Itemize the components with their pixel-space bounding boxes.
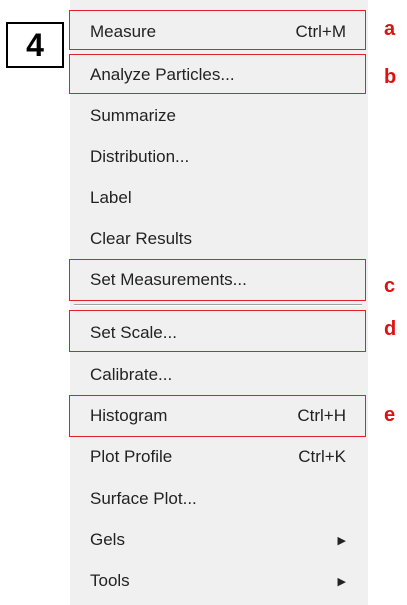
menu-item-summarize[interactable]: Summarize	[70, 98, 368, 134]
menu-item-clear-results[interactable]: Clear Results	[70, 221, 368, 257]
menu-item-label: Plot Profile	[90, 447, 173, 466]
menu-item-label: Set Scale...	[90, 323, 177, 342]
menu-item-label[interactable]: Label	[70, 180, 368, 216]
menu-item-set-scale[interactable]: Set Scale...	[70, 315, 368, 351]
menu-item-label: Histogram	[90, 406, 168, 425]
menu-item-tools[interactable]: Tools ▶	[70, 563, 368, 599]
annotation-c: c	[384, 275, 396, 297]
annotation-d: d	[384, 318, 397, 340]
submenu-arrow-icon: ▶	[337, 575, 346, 588]
menu-item-measure[interactable]: Measure Ctrl+M	[70, 14, 368, 50]
menu-item-histogram[interactable]: Histogram Ctrl+H	[70, 398, 368, 434]
menu-item-distribution[interactable]: Distribution...	[70, 139, 368, 175]
menu-item-label: Gels	[90, 530, 125, 549]
menu-item-label: Analyze Particles...	[90, 65, 235, 84]
menu-item-label: Clear Results	[90, 229, 193, 248]
menu-item-gels[interactable]: Gels ▶	[70, 522, 368, 558]
menu-item-set-measurements[interactable]: Set Measurements...	[70, 262, 368, 298]
annotation-a: a	[384, 18, 396, 40]
step-number-box: 4	[6, 22, 64, 68]
menu-separator	[74, 304, 362, 306]
step-number: 4	[26, 26, 44, 63]
analyze-menu: Measure Ctrl+M Analyze Particles... Summ…	[70, 0, 368, 605]
menu-item-label: Surface Plot...	[90, 489, 197, 508]
menu-item-plot-profile[interactable]: Plot Profile Ctrl+K	[70, 439, 368, 475]
submenu-arrow-icon: ▶	[337, 534, 346, 547]
menu-item-surface-plot[interactable]: Surface Plot...	[70, 481, 368, 517]
menu-item-label: Tools	[90, 571, 130, 590]
annotation-e: e	[384, 404, 396, 426]
menu-item-shortcut: Ctrl+M	[295, 22, 346, 41]
menu-item-label: Distribution...	[90, 147, 190, 166]
menu-item-label: Label	[90, 188, 132, 207]
annotation-b: b	[384, 66, 397, 88]
menu-item-shortcut: Ctrl+K	[298, 447, 346, 466]
menu-item-label: Summarize	[90, 106, 176, 125]
menu-item-label: Measure	[90, 22, 157, 41]
menu-item-label: Set Measurements...	[90, 270, 247, 289]
menu-item-label: Calibrate...	[90, 365, 173, 384]
menu-item-analyze-particles[interactable]: Analyze Particles...	[70, 57, 368, 93]
menu-item-calibrate[interactable]: Calibrate...	[70, 357, 368, 393]
menu-item-shortcut: Ctrl+H	[297, 406, 346, 425]
